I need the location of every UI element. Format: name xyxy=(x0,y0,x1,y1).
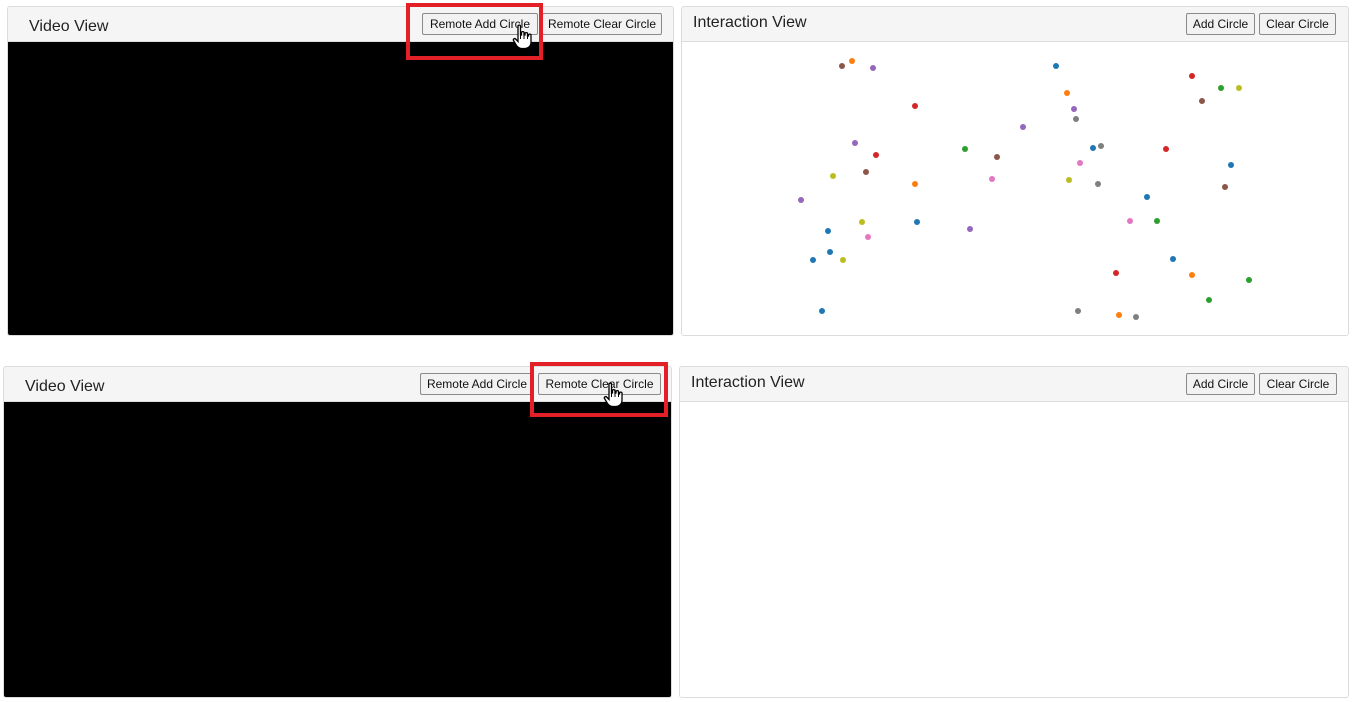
circle xyxy=(798,197,804,203)
circle xyxy=(1116,312,1122,318)
video-view-header: Video View Remote Add Circle Remote Clea… xyxy=(4,367,671,402)
circle xyxy=(870,65,876,71)
circle xyxy=(1189,73,1195,79)
clear-circle-button[interactable]: Clear Circle xyxy=(1259,13,1336,35)
circle xyxy=(1073,116,1079,122)
video-view-panel-top: Video View Remote Add Circle Remote Clea… xyxy=(7,6,674,336)
circle xyxy=(1189,272,1195,278)
remote-add-circle-button[interactable]: Remote Add Circle xyxy=(420,373,534,395)
circle xyxy=(1206,297,1212,303)
circle xyxy=(1218,85,1224,91)
circle xyxy=(1246,277,1252,283)
clear-circle-button[interactable]: Clear Circle xyxy=(1259,373,1337,395)
circle xyxy=(1199,98,1205,104)
circle xyxy=(1064,90,1070,96)
circle xyxy=(863,169,869,175)
interaction-canvas[interactable] xyxy=(680,402,1348,697)
circle xyxy=(1090,145,1096,151)
circle xyxy=(1236,85,1242,91)
remote-add-circle-button[interactable]: Remote Add Circle xyxy=(422,13,538,35)
circle xyxy=(912,103,918,109)
add-circle-button[interactable]: Add Circle xyxy=(1186,13,1255,35)
remote-clear-circle-button[interactable]: Remote Clear Circle xyxy=(538,373,661,395)
circle xyxy=(840,257,846,263)
circle xyxy=(1071,106,1077,112)
circle xyxy=(827,249,833,255)
circle xyxy=(914,219,920,225)
circle xyxy=(839,63,845,69)
interaction-canvas[interactable] xyxy=(682,42,1348,335)
circle xyxy=(849,58,855,64)
video-view-panel-bottom: Video View Remote Add Circle Remote Clea… xyxy=(3,366,672,698)
panel-title: Video View xyxy=(29,18,109,35)
circle xyxy=(810,257,816,263)
circle xyxy=(994,154,1000,160)
circle xyxy=(1077,160,1083,166)
video-view-header: Video View Remote Add Circle Remote Clea… xyxy=(8,7,673,42)
circle xyxy=(967,226,973,232)
circle xyxy=(1095,181,1101,187)
circle xyxy=(830,173,836,179)
circle xyxy=(1170,256,1176,262)
circle xyxy=(962,146,968,152)
circle xyxy=(1154,218,1160,224)
circle xyxy=(1098,143,1104,149)
panel-title: Interaction View xyxy=(691,374,805,391)
circle xyxy=(1133,314,1139,320)
circle xyxy=(865,234,871,240)
circle xyxy=(1222,184,1228,190)
interaction-view-header: Interaction View Add Circle Clear Circle xyxy=(682,7,1348,42)
circle xyxy=(859,219,865,225)
circle xyxy=(1020,124,1026,130)
circle xyxy=(1075,308,1081,314)
circle xyxy=(852,140,858,146)
add-circle-button[interactable]: Add Circle xyxy=(1186,373,1255,395)
circle xyxy=(1066,177,1072,183)
circle xyxy=(1144,194,1150,200)
circle xyxy=(825,228,831,234)
panel-title: Video View xyxy=(25,378,105,395)
circle xyxy=(1228,162,1234,168)
circle xyxy=(819,308,825,314)
interaction-view-panel-bottom: Interaction View Add Circle Clear Circle xyxy=(679,366,1349,698)
video-stream xyxy=(8,42,673,335)
circle xyxy=(912,181,918,187)
circle xyxy=(873,152,879,158)
remote-clear-circle-button[interactable]: Remote Clear Circle xyxy=(542,13,662,35)
circle xyxy=(989,176,995,182)
circle xyxy=(1127,218,1133,224)
circle xyxy=(1113,270,1119,276)
interaction-view-header: Interaction View Add Circle Clear Circle xyxy=(680,367,1348,402)
circle xyxy=(1053,63,1059,69)
panel-title: Interaction View xyxy=(693,14,807,31)
interaction-view-panel-top: Interaction View Add Circle Clear Circle xyxy=(681,6,1349,336)
circle xyxy=(1163,146,1169,152)
video-stream xyxy=(4,402,671,697)
